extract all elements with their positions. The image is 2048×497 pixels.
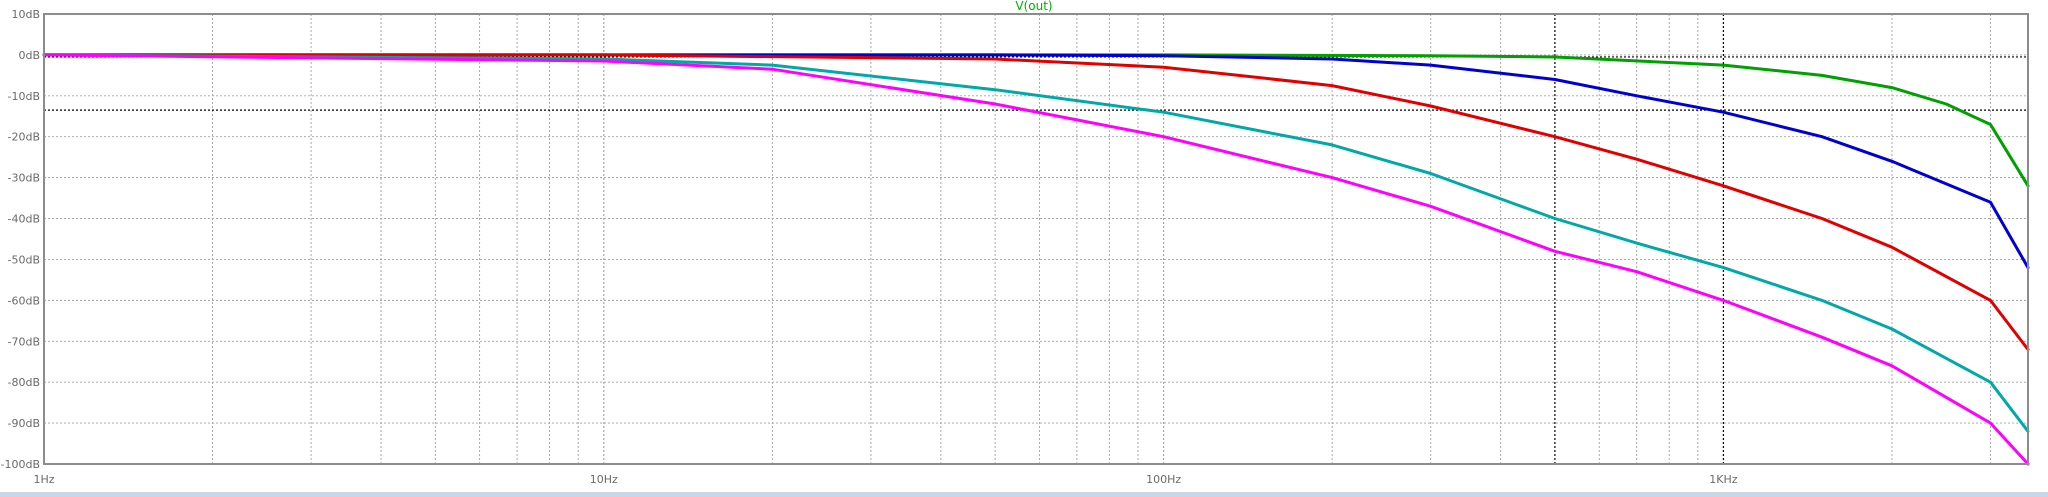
cursor-layer[interactable] bbox=[44, 14, 2028, 464]
x-tick-label: 1Hz bbox=[33, 473, 54, 486]
y-tick-label: -60dB bbox=[8, 294, 41, 307]
y-tick-label: -30dB bbox=[8, 172, 41, 185]
y-tick-label: 0dB bbox=[18, 49, 40, 62]
y-tick-label: -80dB bbox=[8, 376, 41, 389]
series-trace-3 bbox=[42, 53, 2030, 351]
grid-layer bbox=[44, 14, 2028, 464]
y-tick-label: -70dB bbox=[8, 335, 41, 348]
y-tick-label: -20dB bbox=[8, 131, 41, 144]
y-tick-label: -100dB bbox=[1, 458, 41, 471]
trace-title[interactable]: V(out) bbox=[1015, 0, 1052, 13]
series-trace-1 bbox=[42, 53, 2030, 188]
tick-label-layer: 10dB 0dB -10dB -20dB -30dB -40dB -50dB -60dB -70… bbox=[1, 8, 1738, 486]
y-tick-label: 10dB bbox=[11, 8, 40, 21]
series-trace-2 bbox=[42, 53, 2030, 270]
bode-plot[interactable]: 10dB 0dB -10dB -20dB -30dB -40dB -50dB -60dB -70… bbox=[0, 0, 2048, 497]
x-tick-label: 1KHz bbox=[1709, 473, 1737, 486]
y-tick-label: -10dB bbox=[8, 90, 41, 103]
y-tick-label: -50dB bbox=[8, 253, 41, 266]
status-strip bbox=[0, 492, 2048, 497]
x-tick-label: 10Hz bbox=[590, 473, 618, 486]
plot-frame bbox=[43, 13, 2029, 465]
x-tick-label: 100Hz bbox=[1146, 473, 1181, 486]
y-tick-label: -90dB bbox=[8, 417, 41, 430]
y-tick-label: -40dB bbox=[8, 213, 41, 226]
